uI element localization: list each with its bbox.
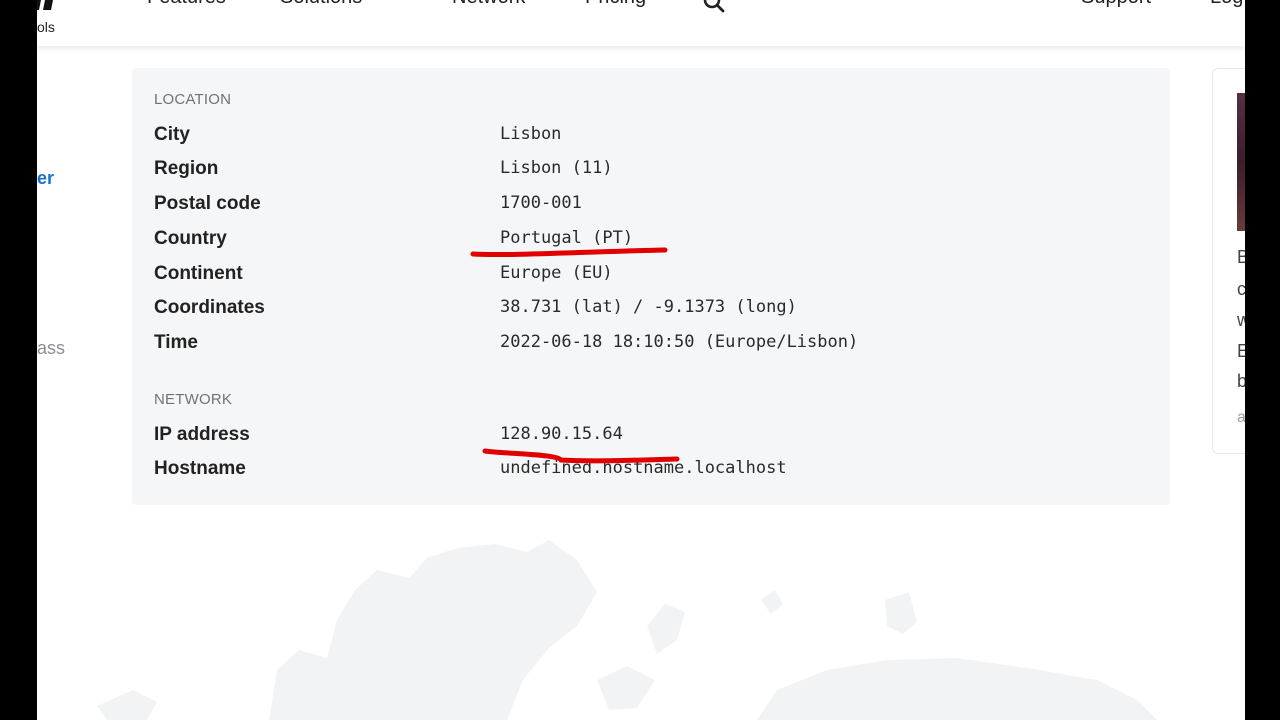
city-value: Lisbon [500, 124, 562, 144]
logo-subtext: ols [37, 19, 55, 35]
ad-line: B [1237, 247, 1245, 267]
sidebar-text-fragment[interactable]: ass [37, 338, 65, 359]
logo-mark [37, 0, 53, 10]
sidebar-link-fragment[interactable]: er [37, 168, 54, 189]
ad-line: c [1237, 279, 1245, 299]
time-label: Time [154, 332, 199, 353]
top-navbar: ols Features Solutions Network Pricing S… [37, 0, 1245, 46]
nav-solutions[interactable]: Solutions [280, 0, 384, 9]
ip-address-value: 128.90.15.64 [500, 424, 623, 444]
ip-address-label: IP address [154, 424, 250, 445]
black-border-right [1245, 0, 1280, 720]
country-value: Portugal (PT) [500, 228, 634, 248]
nav-support[interactable]: Support [1081, 0, 1151, 9]
country-label: Country [154, 228, 227, 249]
hostname-value: undefined.hostname.localhost [500, 458, 787, 478]
region-value: Lisbon (11) [500, 158, 613, 178]
ad-line: w [1237, 310, 1245, 330]
coordinates-value: 38.731 (lat) / -9.1373 (long) [500, 297, 797, 317]
ad-card[interactable]: B c w E b a [1212, 68, 1245, 454]
nav-features[interactable]: Features [147, 0, 226, 9]
time-value: 2022-06-18 18:10:50 (Europe/Lisbon) [500, 332, 859, 352]
page: ols Features Solutions Network Pricing S… [37, 0, 1245, 720]
coordinates-label: Coordinates [154, 297, 265, 318]
network-section-title: NETWORK [154, 391, 233, 408]
nav-network[interactable]: Network [452, 0, 525, 9]
postal-code-value: 1700-001 [500, 193, 582, 213]
nav-login[interactable]: Log [1210, 0, 1243, 9]
nav-solutions-label: Solutions [280, 0, 362, 8]
ad-image [1237, 93, 1245, 231]
location-section-title: LOCATION [154, 91, 232, 108]
postal-code-label: Postal code [154, 193, 261, 214]
ad-line: b [1237, 371, 1245, 391]
ad-line: E [1237, 341, 1245, 361]
ip-info-card: LOCATION City Lisbon Region Lisbon (11) … [132, 68, 1170, 505]
ad-meta: a [1237, 409, 1245, 426]
city-label: City [154, 124, 190, 145]
region-label: Region [154, 158, 219, 179]
continent-label: Continent [154, 263, 243, 284]
nav-pricing[interactable]: Pricing [585, 0, 646, 9]
search-icon[interactable] [702, 0, 726, 14]
continent-value: Europe (EU) [500, 263, 613, 283]
black-border-left [0, 0, 37, 720]
world-map-watermark [97, 540, 1157, 720]
hostname-label: Hostname [154, 458, 246, 479]
